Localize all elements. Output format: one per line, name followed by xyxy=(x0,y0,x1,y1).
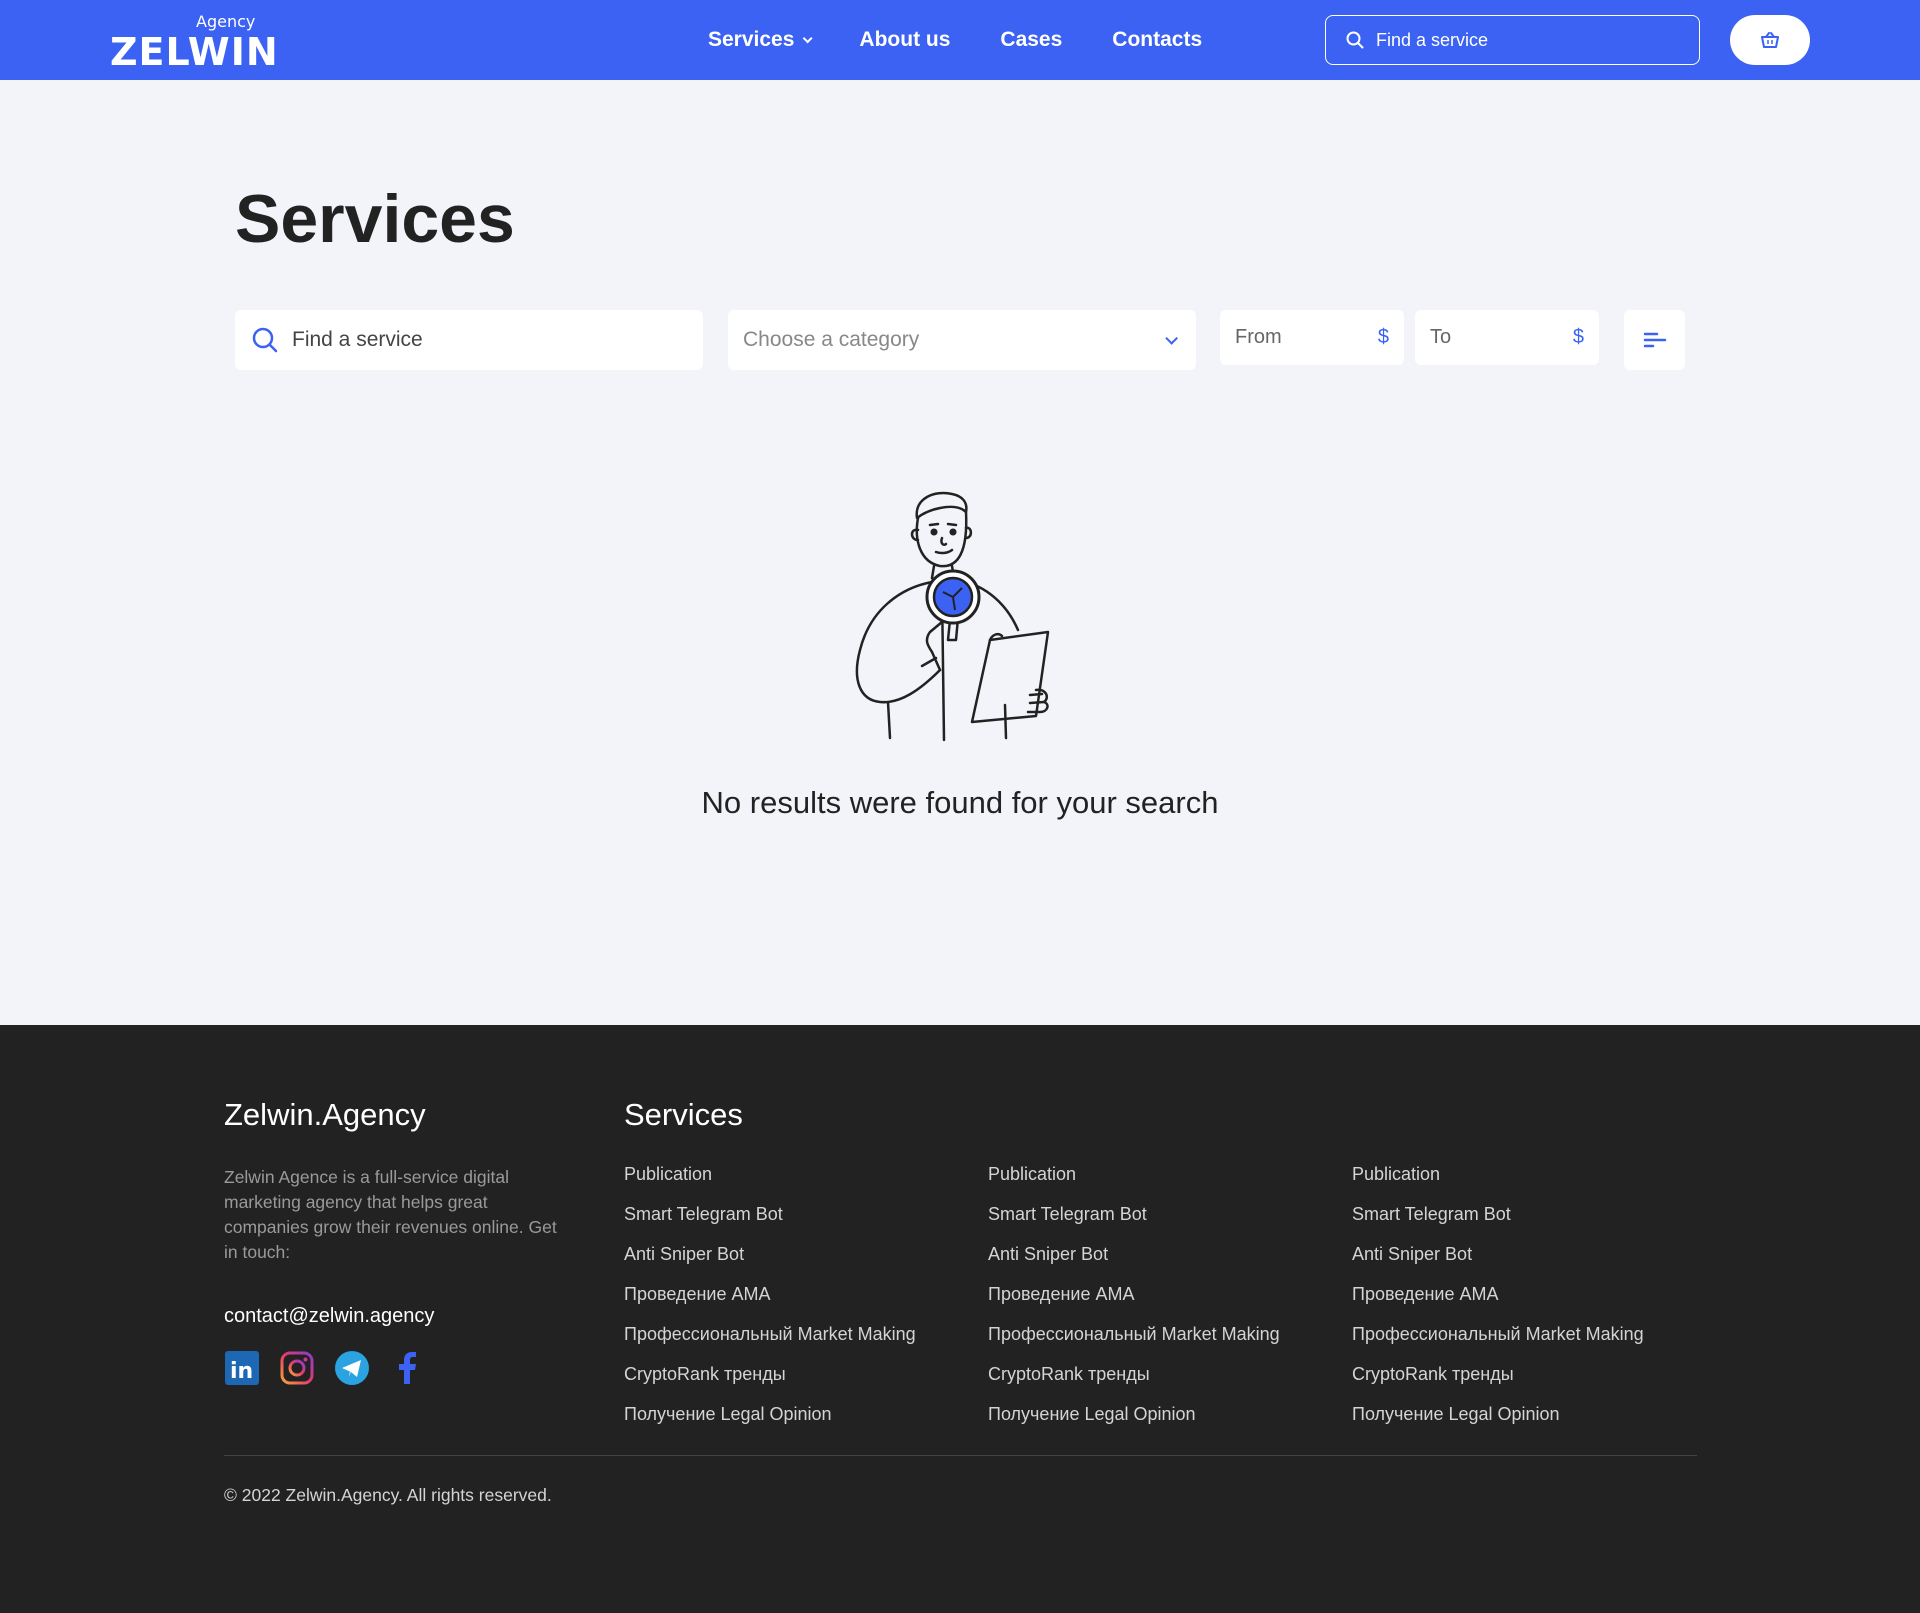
footer-service-link[interactable]: CryptoRank тренды xyxy=(1352,1362,1644,1402)
search-icon xyxy=(1346,31,1364,49)
chevron-down-icon xyxy=(803,32,813,43)
footer-services-column: Publication Smart Telegram Bot Anti Snip… xyxy=(624,1162,916,1442)
footer-service-link[interactable]: Smart Telegram Bot xyxy=(988,1202,1280,1242)
header-search-placeholder: Find a service xyxy=(1376,29,1489,50)
logo[interactable]: Agency ZELWIN xyxy=(110,12,278,74)
chevron-down-icon xyxy=(1165,331,1178,345)
footer-service-link[interactable]: Anti Sniper Bot xyxy=(988,1242,1280,1282)
footer-service-link[interactable]: Anti Sniper Bot xyxy=(1352,1242,1644,1282)
footer-services-column: Publication Smart Telegram Bot Anti Snip… xyxy=(1352,1162,1644,1442)
header-search-input[interactable]: Find a service xyxy=(1325,15,1700,65)
telegram-icon xyxy=(335,1351,369,1385)
no-results-illustration xyxy=(855,491,1050,742)
footer-service-link[interactable]: CryptoRank тренды xyxy=(624,1362,916,1402)
nav-services[interactable]: Services xyxy=(708,28,813,52)
search-icon xyxy=(252,327,278,353)
price-to-label: To xyxy=(1430,326,1452,348)
footer-service-link[interactable]: Профессиональный Market Making xyxy=(624,1322,916,1362)
instagram-link[interactable] xyxy=(279,1350,315,1386)
sort-icon xyxy=(1643,332,1666,348)
footer-service-link[interactable]: Проведение AMA xyxy=(624,1282,916,1322)
copyright: © 2022 Zelwin.Agency. All rights reserve… xyxy=(224,1485,552,1505)
nav-cases[interactable]: Cases xyxy=(1000,28,1062,52)
footer-service-link[interactable]: Publication xyxy=(988,1162,1280,1202)
site-header: Agency ZELWIN Services About us Cases Co… xyxy=(0,0,1920,80)
category-select[interactable]: Choose a category xyxy=(728,310,1196,370)
no-results-message: No results were found for your search xyxy=(701,785,1219,820)
footer-service-link[interactable]: Publication xyxy=(624,1162,916,1202)
footer-service-link[interactable]: Получение Legal Opinion xyxy=(624,1402,916,1442)
footer-email-link[interactable]: contact@zelwin.agency xyxy=(224,1305,434,1328)
site-footer: Zelwin.Agency Zelwin Agence is a full-se… xyxy=(0,1025,1920,1613)
footer-description: Zelwin Agence is a full-service digital … xyxy=(224,1167,557,1262)
social-links: in xyxy=(224,1350,444,1386)
main-nav: Services About us Cases Contacts xyxy=(708,0,1252,80)
footer-service-link[interactable]: Получение Legal Opinion xyxy=(988,1402,1280,1442)
service-search-input[interactable]: Find a service xyxy=(235,310,703,370)
cart-icon xyxy=(1761,32,1779,48)
footer-service-link[interactable]: Smart Telegram Bot xyxy=(624,1202,916,1242)
page-title: Services xyxy=(235,181,515,257)
svg-text:in: in xyxy=(230,1359,253,1384)
footer-service-link[interactable]: Проведение AMA xyxy=(1352,1282,1644,1322)
dollar-icon: $ xyxy=(1377,326,1389,348)
instagram-icon xyxy=(280,1351,314,1385)
telegram-link[interactable] xyxy=(334,1350,370,1386)
footer-services-title: Services xyxy=(624,1097,743,1132)
nav-services-label: Services xyxy=(708,28,795,51)
logo-agency-text: Agency xyxy=(196,12,256,31)
cart-button[interactable] xyxy=(1730,15,1810,65)
facebook-icon xyxy=(399,1352,416,1384)
price-to-input[interactable]: To $ xyxy=(1415,310,1599,365)
footer-service-link[interactable]: Профессиональный Market Making xyxy=(988,1322,1280,1362)
footer-service-link[interactable]: Профессиональный Market Making xyxy=(1352,1322,1644,1362)
price-from-input[interactable]: From $ xyxy=(1220,310,1404,365)
nav-about-us[interactable]: About us xyxy=(859,28,950,52)
sort-button[interactable] xyxy=(1624,310,1685,370)
linkedin-link[interactable]: in xyxy=(224,1350,260,1386)
nav-contacts[interactable]: Contacts xyxy=(1112,28,1202,52)
price-from-label: From xyxy=(1235,326,1282,348)
category-placeholder: Choose a category xyxy=(743,328,920,351)
service-search-placeholder: Find a service xyxy=(292,328,423,351)
footer-service-link[interactable]: CryptoRank тренды xyxy=(988,1362,1280,1402)
dollar-icon: $ xyxy=(1572,326,1584,348)
footer-service-link[interactable]: Получение Legal Opinion xyxy=(1352,1402,1644,1442)
footer-service-link[interactable]: Publication xyxy=(1352,1162,1644,1202)
logo-wordmark: ZELWIN xyxy=(110,30,279,74)
footer-service-link[interactable]: Anti Sniper Bot xyxy=(624,1242,916,1282)
footer-services-column: Publication Smart Telegram Bot Anti Snip… xyxy=(988,1162,1280,1442)
footer-service-link[interactable]: Smart Telegram Bot xyxy=(1352,1202,1644,1242)
footer-service-link[interactable]: Проведение AMA xyxy=(988,1282,1280,1322)
footer-brand: Zelwin.Agency xyxy=(224,1097,426,1132)
linkedin-icon: in xyxy=(225,1351,259,1385)
footer-divider xyxy=(224,1455,1697,1456)
facebook-link[interactable] xyxy=(389,1350,425,1386)
